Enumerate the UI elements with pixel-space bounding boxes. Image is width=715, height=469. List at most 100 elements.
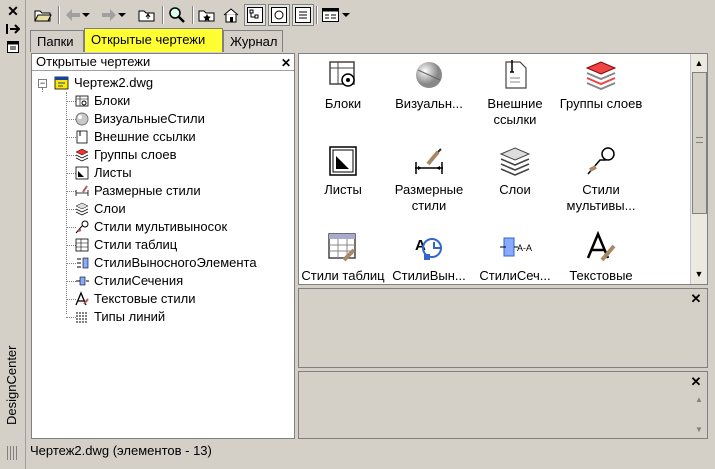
tree-root-label: Чертеж2.dwg [74, 75, 154, 90]
content-item[interactable]: Блоки [301, 56, 385, 136]
views-icon[interactable] [320, 4, 342, 26]
dimstyles-icon [415, 148, 443, 174]
favorites-icon[interactable] [196, 4, 218, 26]
load-icon[interactable] [32, 4, 54, 26]
content-panel[interactable]: Блоки Визуальн... Внешние ссылки Группы сло… [298, 53, 708, 285]
content-item-label: Размерные стили [394, 182, 464, 213]
tree-header-title: Открытые чертежи [36, 54, 151, 69]
close-icon[interactable]: ✕ [4, 2, 22, 20]
scroll-thumb[interactable] [692, 72, 707, 214]
back-dropdown-icon[interactable] [80, 4, 92, 26]
content-item-label: Визуальн... [395, 96, 463, 111]
blocks-icon [75, 95, 89, 107]
content-item-label: Блоки [324, 96, 362, 111]
forward-dropdown-icon[interactable] [116, 4, 128, 26]
tree-header: Открытые чертежи ✕ [32, 54, 294, 71]
tree-item-label: Размерные стили [94, 183, 201, 198]
content-item-label: Внешние ссылки [487, 96, 543, 127]
content-item-label: Слои [499, 182, 531, 197]
palette-grip[interactable] [7, 446, 19, 460]
content-item-label: Листы [324, 182, 362, 197]
description-scrollbar[interactable]: ▲ ▼ [691, 390, 706, 438]
tree-item-label: Внешние ссылки [94, 129, 196, 144]
mleader-styles-icon [587, 147, 615, 175]
tab-folders[interactable]: Папки [30, 30, 84, 52]
content-item[interactable]: Группы слоев [559, 56, 643, 136]
tree-item[interactable]: Слои [74, 200, 126, 218]
tree-item[interactable]: Листы [74, 164, 132, 182]
content-item[interactable]: A-A СтилиСеч... [473, 228, 557, 284]
tree-item[interactable]: Типы линий [74, 308, 165, 326]
tree-item[interactable]: СтилиСечения [74, 272, 183, 290]
content-item[interactable]: Стили таблиц [301, 228, 385, 284]
content-item[interactable]: Текстовые стили [559, 228, 643, 284]
tree-view-icon[interactable] [244, 4, 266, 26]
content-item-label: Стили таблиц [301, 268, 385, 283]
tree-item[interactable]: ВизуальныеСтили [74, 110, 205, 128]
visual-styles-icon [75, 112, 89, 126]
preview-panel: ✕ [298, 288, 708, 368]
toolbar [26, 0, 715, 28]
palette-titlebar: ✕ DesignCenter [0, 0, 26, 469]
content-item[interactable]: Стили мультивы... [559, 142, 643, 222]
home-icon[interactable] [220, 4, 242, 26]
tree-item-label: Блоки [94, 93, 131, 108]
content-item[interactable]: Листы [301, 142, 385, 222]
close-icon[interactable]: ✕ [689, 375, 703, 389]
xref-icon [76, 130, 88, 144]
tree-item[interactable]: Стили таблиц [74, 236, 177, 254]
tree-item-label: Листы [94, 165, 132, 180]
linetypes-icon [76, 312, 88, 323]
scroll-down-icon[interactable]: ▼ [691, 422, 707, 438]
tree-item[interactable]: Размерные стили [74, 182, 201, 200]
content-item[interactable]: Внешние ссылки [473, 56, 557, 136]
scroll-up-icon[interactable]: ▲ [691, 392, 707, 408]
text-styles-icon [586, 230, 616, 262]
collapse-icon[interactable]: − [38, 79, 47, 88]
tree-item[interactable]: СтилиВыносногоЭлемента [74, 254, 257, 272]
description-icon[interactable] [292, 4, 314, 26]
tree-item-label: Слои [94, 201, 126, 216]
svg-text:A-A: A-A [517, 243, 532, 253]
autohide-icon[interactable] [4, 20, 22, 38]
tree-panel[interactable]: Открытые чертежи ✕ − Чертеж2.dwg Блоки Ви… [31, 53, 295, 439]
views-dropdown-icon[interactable] [340, 4, 352, 26]
close-icon[interactable]: ✕ [689, 292, 703, 306]
properties-icon[interactable] [4, 38, 22, 56]
tree-item[interactable]: Блоки [74, 92, 130, 110]
tree-item[interactable]: Внешние ссылки [74, 128, 196, 146]
preview-icon[interactable] [268, 4, 290, 26]
vertical-scrollbar[interactable]: ▲ ▼ [690, 54, 707, 284]
tree-item-label: ВизуальныеСтили [94, 111, 205, 126]
table-styles-icon [328, 233, 356, 262]
content-item-label: Группы слоев [559, 96, 643, 111]
tree-item-label: СтилиВыносногоЭлемента [94, 255, 257, 270]
tree-item[interactable]: Стили мультивыносок [74, 218, 227, 236]
tree-item[interactable]: Текстовые стили [74, 290, 195, 308]
layers-icon [75, 202, 89, 216]
text-styles-icon [75, 291, 89, 306]
content-item-label: Текстовые стили [569, 268, 633, 283]
table-styles-icon [75, 238, 89, 252]
content-item[interactable]: A СтилиВын... [387, 228, 471, 284]
tree-item[interactable]: Группы слоев [74, 146, 177, 164]
content-item-label: Стили мультивы... [566, 182, 636, 213]
search-icon[interactable] [166, 4, 188, 26]
mleader-styles-icon [75, 220, 89, 234]
tab-open-drawings[interactable]: Открытые чертежи [84, 28, 223, 52]
scroll-up-icon[interactable]: ▲ [691, 55, 707, 71]
content-item[interactable]: Размерные стили [387, 142, 471, 222]
tree-root[interactable]: Чертеж2.dwg [54, 74, 153, 92]
content-item[interactable]: Визуальн... [387, 56, 471, 136]
section-view-styles-icon [76, 276, 89, 286]
status-bar: Чертеж2.dwg (элементов - 13) [30, 443, 212, 458]
xref-icon [505, 60, 527, 89]
content-item[interactable]: Слои [473, 142, 557, 222]
scroll-down-icon[interactable]: ▼ [691, 266, 707, 282]
tab-history[interactable]: Журнал [223, 30, 283, 52]
content-item-label: СтилиСеч... [479, 268, 551, 283]
up-icon[interactable] [136, 4, 158, 26]
tree-item-label: СтилиСечения [94, 273, 184, 288]
tree-item-label: Стили мультивыносок [94, 219, 228, 234]
close-icon[interactable]: ✕ [281, 55, 291, 71]
